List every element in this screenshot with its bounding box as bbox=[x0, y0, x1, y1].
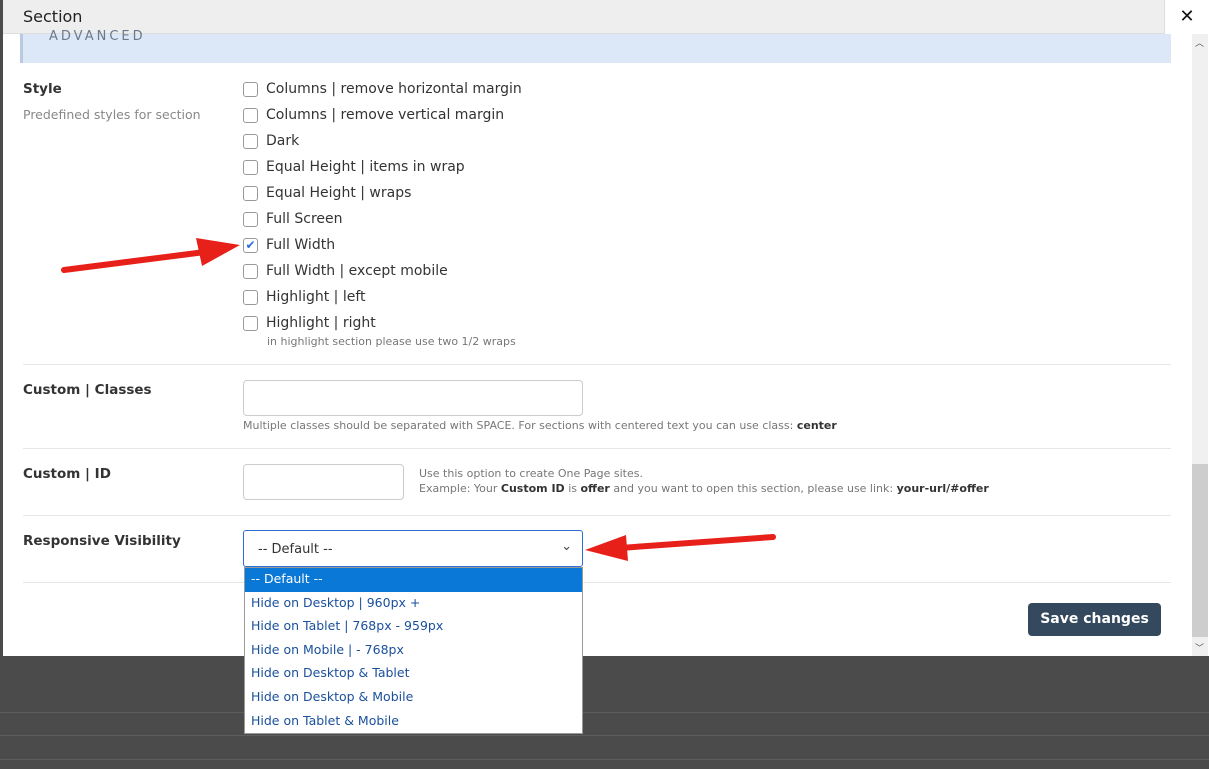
annotation-arrows bbox=[61, 238, 776, 561]
red-arrow-full-width bbox=[61, 238, 240, 273]
red-arrow-visibility bbox=[585, 534, 776, 561]
